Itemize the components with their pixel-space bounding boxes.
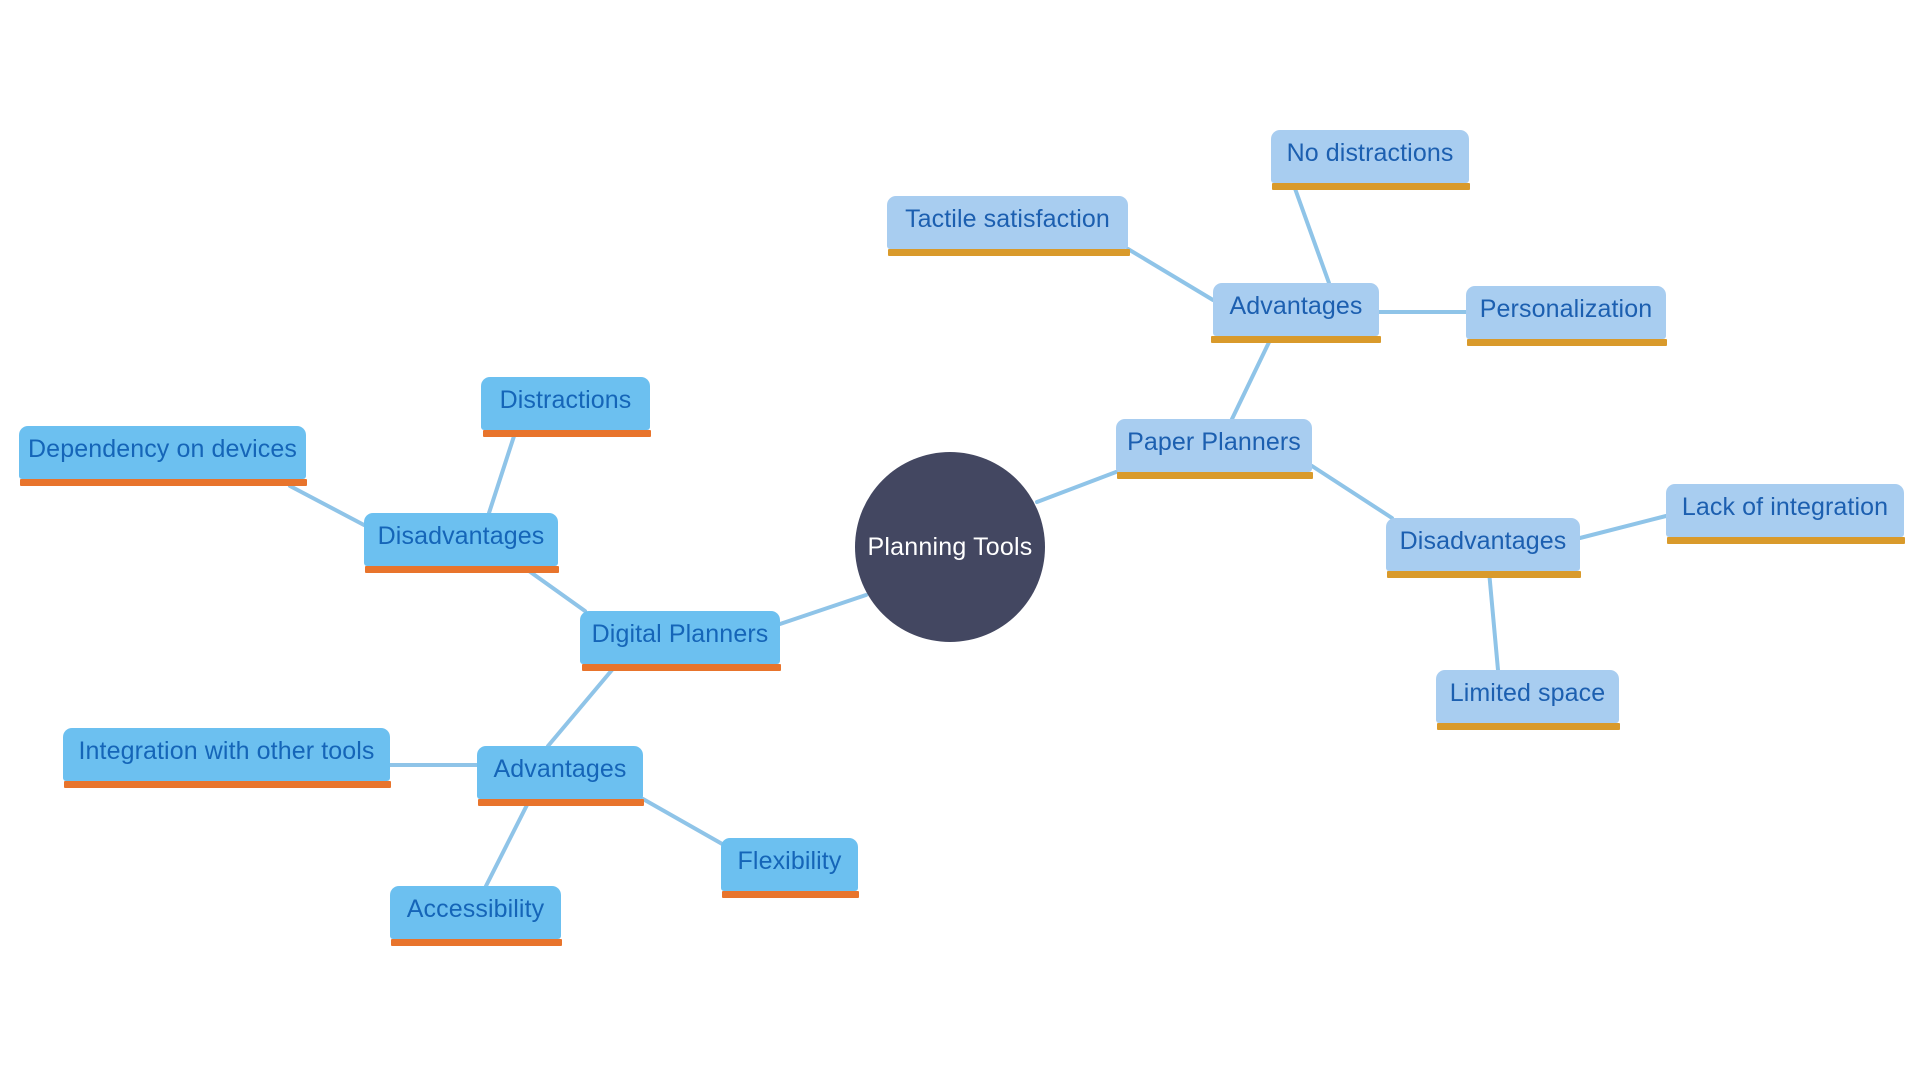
node-accent-bar-paper-disadvantages <box>1387 571 1581 578</box>
node-accent-bar-distractions <box>483 430 651 437</box>
node-paper-planners[interactable]: Paper Planners <box>1116 419 1312 472</box>
node-lack-of-integration[interactable]: Lack of integration <box>1666 484 1904 537</box>
node-digital-planners[interactable]: Digital Planners <box>580 611 780 664</box>
node-label-distractions: Distractions <box>499 386 632 414</box>
node-label-root: Planning Tools <box>867 532 1033 561</box>
node-accent-bar-flexibility <box>722 891 859 898</box>
node-label-paper-advantages: Advantages <box>1229 292 1363 320</box>
node-accent-bar-digital-disadvantages <box>365 566 559 573</box>
node-label-lack-of-integration: Lack of integration <box>1681 493 1889 521</box>
node-accent-bar-dependency-on-devices <box>20 479 307 486</box>
node-distractions[interactable]: Distractions <box>481 377 650 430</box>
node-label-dependency-on-devices: Dependency on devices <box>28 435 297 463</box>
connector-paper-advantages-to-tactile-satisfaction <box>1126 247 1215 302</box>
node-accent-bar-lack-of-integration <box>1667 537 1905 544</box>
node-label-paper-disadvantages: Disadvantages <box>1399 527 1567 555</box>
connector-root-to-digital-planners <box>778 593 868 626</box>
node-root[interactable]: Planning Tools <box>855 452 1045 642</box>
connector-digital-planners-to-digital-advantages <box>546 662 619 748</box>
node-label-limited-space: Limited space <box>1449 679 1606 707</box>
connector-digital-disadvantages-to-dependency-on-devices <box>288 484 366 527</box>
node-accent-bar-no-distractions <box>1272 183 1470 190</box>
node-digital-advantages[interactable]: Advantages <box>477 746 643 799</box>
node-limited-space[interactable]: Limited space <box>1436 670 1619 723</box>
node-accent-bar-personalization <box>1467 339 1667 346</box>
node-accessibility[interactable]: Accessibility <box>390 886 561 939</box>
node-label-integration-with-other-tools: Integration with other tools <box>78 737 375 765</box>
node-accent-bar-paper-planners <box>1117 472 1313 479</box>
node-label-accessibility: Accessibility <box>406 895 545 923</box>
node-tactile-satisfaction[interactable]: Tactile satisfaction <box>887 196 1128 249</box>
node-accent-bar-digital-advantages <box>478 799 644 806</box>
node-personalization[interactable]: Personalization <box>1466 286 1666 339</box>
node-accent-bar-paper-advantages <box>1211 336 1381 343</box>
connector-digital-advantages-to-flexibility <box>641 797 726 847</box>
connector-root-to-paper-planners <box>1035 470 1118 504</box>
node-label-no-distractions: No distractions <box>1286 139 1454 167</box>
node-digital-disadvantages[interactable]: Disadvantages <box>364 513 558 566</box>
node-flexibility[interactable]: Flexibility <box>721 838 858 891</box>
node-label-digital-disadvantages: Disadvantages <box>377 522 545 550</box>
connector-paper-planners-to-paper-disadvantages <box>1310 464 1394 520</box>
node-paper-advantages[interactable]: Advantages <box>1213 283 1379 336</box>
node-accent-bar-tactile-satisfaction <box>888 249 1130 256</box>
node-label-personalization: Personalization <box>1479 295 1653 323</box>
node-paper-disadvantages[interactable]: Disadvantages <box>1386 518 1580 571</box>
node-label-digital-advantages: Advantages <box>493 755 627 783</box>
connector-digital-disadvantages-to-distractions <box>487 428 518 515</box>
node-no-distractions[interactable]: No distractions <box>1271 130 1469 183</box>
node-accent-bar-limited-space <box>1437 723 1620 730</box>
node-accent-bar-integration-with-other-tools <box>64 781 391 788</box>
connector-digital-advantages-to-accessibility <box>484 797 532 888</box>
node-label-tactile-satisfaction: Tactile satisfaction <box>905 205 1110 233</box>
node-label-digital-planners: Digital Planners <box>591 620 769 648</box>
node-accent-bar-digital-planners <box>582 664 781 671</box>
node-integration-with-other-tools[interactable]: Integration with other tools <box>63 728 390 781</box>
node-accent-bar-accessibility <box>391 939 562 946</box>
node-dependency-on-devices[interactable]: Dependency on devices <box>19 426 306 479</box>
connector-paper-disadvantages-to-limited-space <box>1487 569 1500 672</box>
connector-paper-advantages-to-no-distractions <box>1291 181 1331 285</box>
connector-paper-disadvantages-to-lack-of-integration <box>1578 514 1668 540</box>
node-label-paper-planners: Paper Planners <box>1127 428 1301 456</box>
node-label-flexibility: Flexibility <box>737 847 842 875</box>
mind-map-canvas: Planning Tools Digital Planners Disadvanta… <box>0 0 1920 1080</box>
connector-paper-planners-to-paper-advantages <box>1230 334 1274 421</box>
